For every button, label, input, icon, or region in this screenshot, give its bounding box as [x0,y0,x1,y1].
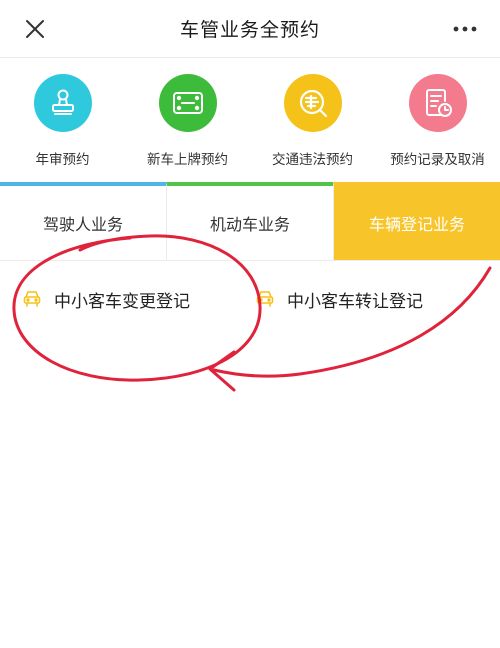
service-icon-bg [408,74,467,132]
stamp-icon [51,89,74,115]
service-icon-bg [33,74,92,132]
service-appointment-records[interactable]: 预约记录及取消 [375,58,500,182]
tab-driver-business[interactable]: 驾驶人业务 [0,182,166,260]
service-icon-bg [158,74,217,132]
more-icon [453,26,477,32]
service-label: 新车上牌预约 [147,152,228,168]
record-clock-icon [425,89,452,117]
list-item-change-registration[interactable]: 中小客车变更登记 [22,284,190,314]
license-plate-icon [172,92,203,114]
more-button[interactable] [448,12,482,46]
annotation-arrowhead [208,350,236,392]
tab-vehicle-business[interactable]: 机动车业务 [166,182,333,260]
service-annual-inspection[interactable]: 年审预约 [0,58,125,182]
list-item-label: 中小客车变更登记 [54,291,190,312]
car-icon [255,289,275,309]
business-tabs: 驾驶人业务 机动车业务 车辆登记业务 [0,182,500,260]
service-traffic-violation[interactable]: 交通违法预约 [250,58,375,182]
quick-services: 年审预约 新车上牌预约 交通违法预约 预约记录及取消 [0,58,500,182]
top-bar: 车管业务全预约 [0,0,500,58]
violation-search-icon [299,89,327,118]
page: 车管业务全预约 年审预约 新车上牌预约 交通违法预约 预约记录及取消 驾驶人业务… [0,0,500,648]
service-label: 交通违法预约 [272,152,353,168]
tab-vehicle-registration[interactable]: 车辆登记业务 [333,182,500,260]
close-icon [26,20,44,38]
page-title: 车管业务全预约 [179,19,320,41]
car-icon [22,289,42,309]
list-item-transfer-registration[interactable]: 中小客车转让登记 [255,284,423,314]
service-label: 预约记录及取消 [390,152,485,168]
service-icon-bg [283,74,342,132]
divider [0,260,500,261]
list-item-label: 中小客车转让登记 [287,291,423,312]
close-button[interactable] [18,12,52,46]
service-label: 年审预约 [35,152,90,168]
service-new-car-plate[interactable]: 新车上牌预约 [125,58,250,182]
